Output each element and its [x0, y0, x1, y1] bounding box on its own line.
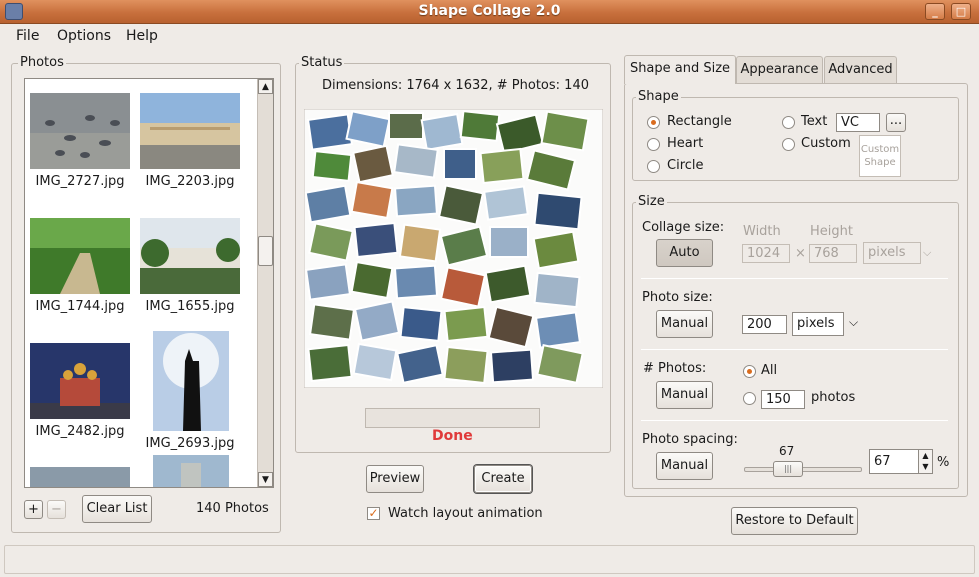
photo-name: IMG_1744.jpg — [35, 299, 125, 314]
minimize-button[interactable]: _ — [925, 3, 945, 20]
spacing-spinner[interactable]: ▲ ▼ — [919, 449, 933, 474]
photo-thumbnail[interactable] — [153, 455, 229, 488]
rectangle-radio[interactable] — [647, 116, 660, 129]
photos-suffix: photos — [811, 390, 856, 405]
clear-list-button[interactable]: Clear List — [82, 495, 152, 523]
chevron-down-icon: ⌵ — [923, 246, 932, 259]
photo-thumbnail[interactable] — [30, 93, 130, 169]
spacing-manual-button[interactable]: Manual — [656, 452, 713, 480]
restore-defaults-button[interactable]: Restore to Default — [731, 507, 858, 535]
spacing-slider-track[interactable] — [744, 467, 862, 472]
collage-size-auto-button[interactable]: Auto — [656, 239, 713, 267]
status-bar — [4, 545, 975, 574]
custom-shape-line2: Shape — [864, 157, 896, 168]
remove-photo-button[interactable]: − — [47, 500, 66, 519]
create-button[interactable]: Create — [474, 465, 532, 493]
photo-thumbnail[interactable] — [30, 467, 130, 488]
custom-radio[interactable] — [782, 138, 795, 151]
collage-preview — [304, 109, 603, 388]
tab-shape-and-size[interactable]: Shape and Size — [624, 55, 736, 84]
photo-thumbnail[interactable] — [30, 343, 130, 419]
size-separator — [641, 278, 948, 279]
menu-bar: File Options Help — [0, 25, 979, 47]
spin-up-icon[interactable]: ▲ — [919, 450, 932, 461]
spacing-label: Photo spacing: — [642, 432, 738, 447]
menu-file[interactable]: File — [16, 28, 39, 44]
spacing-slider-handle[interactable]: ||| — [773, 461, 803, 477]
collage-size-label: Collage size: — [642, 220, 725, 235]
all-photos-label[interactable]: All — [761, 363, 777, 378]
photo-thumbnail[interactable] — [140, 218, 240, 294]
photo-count-input[interactable]: 150 — [761, 390, 805, 409]
maximize-button[interactable]: □ — [951, 3, 971, 20]
photo-name: IMG_2727.jpg — [35, 174, 125, 189]
size-separator — [641, 420, 948, 421]
photo-list-scrollbar[interactable]: ▲ ▼ — [257, 79, 273, 487]
circle-label[interactable]: Circle — [667, 158, 704, 173]
scroll-thumb[interactable] — [258, 236, 273, 266]
photo-count-radio[interactable] — [743, 392, 756, 405]
collage-unit-select[interactable]: pixels — [863, 242, 921, 264]
progress-bar — [365, 408, 540, 428]
times-sign: × — [795, 246, 806, 261]
photo-unit-select[interactable]: pixels — [792, 312, 844, 336]
menu-options[interactable]: Options — [57, 28, 111, 44]
photo-size-label: Photo size: — [642, 290, 713, 305]
photo-thumbnail[interactable] — [30, 218, 130, 294]
size-group-title: Size — [636, 194, 667, 209]
photo-size-manual-button[interactable]: Manual — [656, 310, 713, 338]
scroll-down-arrow[interactable]: ▼ — [258, 472, 273, 487]
shape-group-title: Shape — [636, 89, 681, 104]
collage-height-input[interactable]: 768 — [809, 244, 857, 263]
chevron-down-icon[interactable]: ⌵ — [849, 315, 858, 330]
height-label: Height — [810, 224, 853, 239]
photo-name: IMG_2482.jpg — [35, 424, 125, 439]
rectangle-label[interactable]: Rectangle — [667, 114, 732, 129]
watch-animation-checkbox[interactable]: ✓ — [367, 507, 380, 520]
spacing-input[interactable]: 67 — [869, 449, 919, 474]
custom-shape-button[interactable]: Custom Shape — [859, 135, 901, 177]
heart-radio[interactable] — [647, 138, 660, 151]
spin-down-icon[interactable]: ▼ — [919, 461, 932, 472]
watch-animation-label[interactable]: Watch layout animation — [388, 506, 543, 521]
font-options-button[interactable]: ... — [886, 113, 906, 132]
custom-shape-line1: Custom — [860, 144, 900, 155]
photo-size-input[interactable]: 200 — [742, 315, 787, 334]
done-status: Done — [432, 428, 473, 444]
photo-name: IMG_2693.jpg — [145, 436, 235, 451]
scroll-up-arrow[interactable]: ▲ — [258, 79, 273, 94]
shape-text-input[interactable]: VC — [836, 113, 880, 132]
photo-thumbnail[interactable] — [153, 331, 229, 431]
text-label[interactable]: Text — [801, 114, 827, 129]
num-photos-label: # Photos: — [643, 361, 707, 376]
preview-button[interactable]: Preview — [366, 465, 424, 493]
title-bar: Shape Collage 2.0 _ □ — [0, 0, 979, 24]
dimensions-text: Dimensions: 1764 x 1632, # Photos: 140 — [322, 78, 589, 93]
collage-width-input[interactable]: 1024 — [742, 244, 790, 263]
size-separator — [641, 349, 948, 350]
spacing-slider-value: 67 — [779, 444, 795, 458]
window-title: Shape Collage 2.0 — [418, 3, 561, 19]
heart-label[interactable]: Heart — [667, 136, 703, 151]
photo-name: IMG_2203.jpg — [145, 174, 235, 189]
num-photos-manual-button[interactable]: Manual — [656, 381, 713, 409]
circle-radio[interactable] — [647, 160, 660, 173]
percent-sign: % — [937, 455, 950, 470]
photo-thumbnail[interactable] — [140, 93, 240, 169]
text-radio[interactable] — [782, 116, 795, 129]
tab-appearance[interactable]: Appearance — [736, 56, 823, 83]
tab-advanced[interactable]: Advanced — [824, 56, 897, 83]
custom-label[interactable]: Custom — [801, 136, 851, 151]
all-photos-radio[interactable] — [743, 365, 756, 378]
width-label: Width — [743, 224, 781, 239]
photo-list[interactable]: IMG_2727.jpg IMG_2203.jpg IMG_1744.jpg I… — [24, 78, 274, 488]
photo-name: IMG_1655.jpg — [145, 299, 235, 314]
status-title: Status — [299, 55, 345, 70]
photo-count: 140 Photos — [196, 501, 269, 516]
photos-title: Photos — [18, 55, 66, 70]
add-photo-button[interactable]: + — [24, 500, 43, 519]
menu-help[interactable]: Help — [126, 28, 158, 44]
